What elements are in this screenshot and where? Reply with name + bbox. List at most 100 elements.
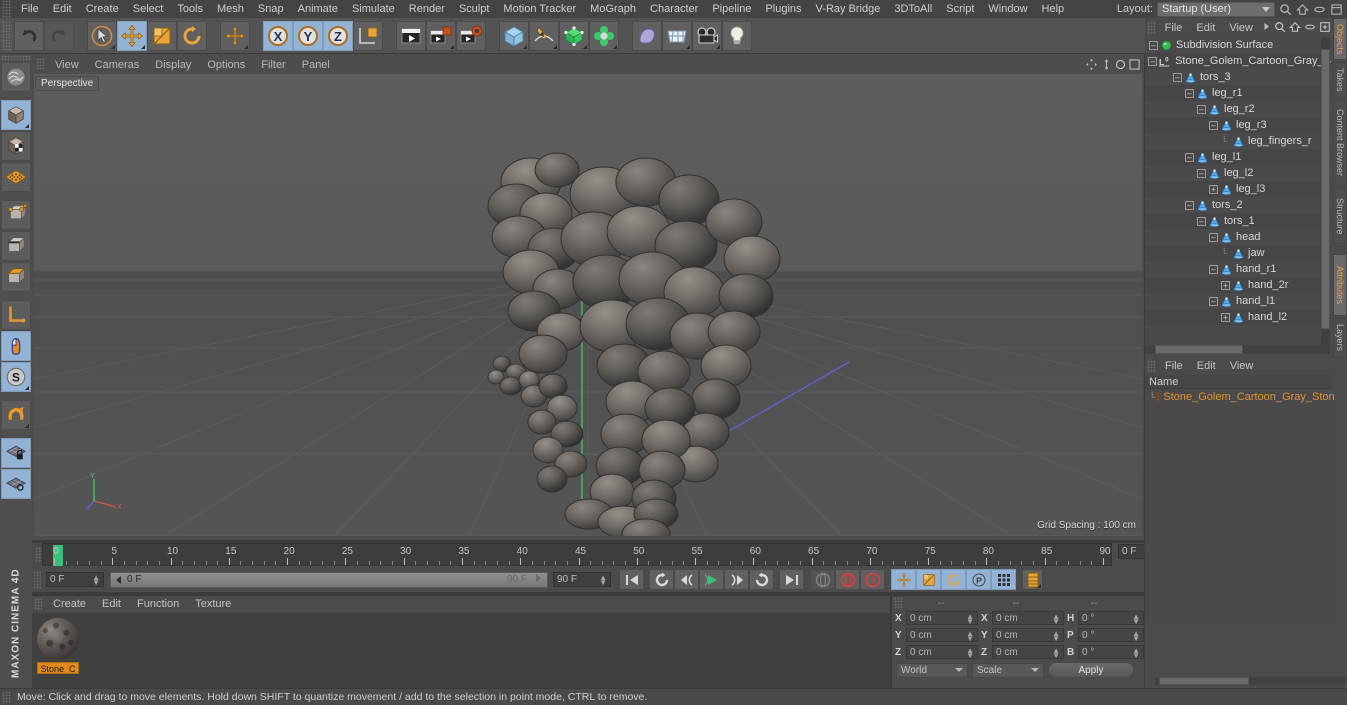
left-toolbar-grip[interactable] bbox=[1, 55, 31, 61]
tab-attributes[interactable]: Attributes bbox=[1333, 254, 1347, 316]
attribute-manager-grip[interactable] bbox=[1147, 359, 1156, 373]
scrollbar-thumb[interactable] bbox=[1159, 677, 1249, 685]
viewport-menu-view[interactable]: View bbox=[47, 59, 87, 71]
object-tree-row[interactable]: – leg_r2 bbox=[1145, 101, 1331, 117]
menu-3dtoall[interactable]: 3DToAll bbox=[887, 0, 939, 18]
position-z-field[interactable]: 0 cm ▲ ▼ bbox=[906, 645, 978, 660]
attribute-menu-view[interactable]: View bbox=[1223, 360, 1261, 372]
texture-mode-button[interactable] bbox=[1, 131, 31, 161]
enable-snapping-button[interactable] bbox=[1, 331, 31, 361]
zoom-view-icon[interactable] bbox=[1101, 58, 1112, 71]
material-list[interactable]: Stone_C bbox=[32, 613, 890, 689]
object-tree-row[interactable]: + leg_l3 bbox=[1145, 181, 1331, 197]
menu-motion-tracker[interactable]: Motion Tracker bbox=[496, 0, 583, 18]
position-y-field[interactable]: 0 cm ▲ ▼ bbox=[906, 628, 978, 643]
world-coordinate-button[interactable] bbox=[353, 20, 383, 51]
layout-dropdown[interactable]: Startup (User) bbox=[1157, 1, 1275, 17]
stepper-icon[interactable]: ▲▼ bbox=[1052, 613, 1060, 626]
keyframe-selection-button[interactable]: ? bbox=[860, 569, 885, 590]
material-menu-edit[interactable]: Edit bbox=[94, 598, 129, 610]
scale-key-button[interactable] bbox=[916, 569, 941, 590]
stepper-icon[interactable]: ▲▼ bbox=[1132, 613, 1140, 626]
object-tree[interactable]: – Subdivision Surface – L 0 Stone_Golem_Carto… bbox=[1145, 37, 1331, 354]
play-reverse-button[interactable] bbox=[749, 569, 774, 590]
object-menu-edit[interactable]: Edit bbox=[1189, 22, 1222, 34]
maximize-icon[interactable] bbox=[1330, 3, 1343, 16]
size-x-field[interactable]: 0 cm ▲ ▼ bbox=[992, 611, 1064, 626]
object-tree-horizontal-scrollbar[interactable] bbox=[1145, 345, 1321, 354]
attribute-menu-edit[interactable]: Edit bbox=[1190, 360, 1223, 372]
object-tree-row[interactable]: – leg_l2 bbox=[1145, 165, 1331, 181]
menu-script[interactable]: Script bbox=[939, 0, 981, 18]
record-active-objects-button[interactable] bbox=[810, 569, 835, 590]
tree-expander-expanded[interactable]: – bbox=[1209, 232, 1218, 242]
move-tool-button[interactable] bbox=[117, 20, 147, 51]
tree-expander-expanded[interactable]: – bbox=[1209, 120, 1218, 130]
object-tree-row[interactable]: └ leg_fingers_r bbox=[1145, 133, 1331, 149]
object-tree-row[interactable]: + hand_2r bbox=[1145, 277, 1331, 293]
rotation-p-field[interactable]: 0 ° ▲ ▼ bbox=[1078, 628, 1144, 643]
layer-color-swatch[interactable] bbox=[1157, 392, 1160, 401]
coordinates-grip[interactable] bbox=[894, 597, 903, 609]
keyframe-mode-button[interactable] bbox=[1022, 569, 1043, 590]
tree-expander-expanded[interactable]: – bbox=[1185, 152, 1194, 162]
viewport-menu-display[interactable]: Display bbox=[147, 59, 199, 71]
viewport-grip[interactable] bbox=[36, 58, 45, 71]
viewport-canvas[interactable]: Y X Z Grid Spacing : 100 cm bbox=[34, 74, 1142, 536]
menu-create[interactable]: Create bbox=[79, 0, 126, 18]
expand-icon[interactable] bbox=[1319, 21, 1331, 36]
viewport-menu-panel[interactable]: Panel bbox=[294, 59, 338, 71]
step-back-button[interactable] bbox=[674, 569, 699, 590]
object-tree-row[interactable]: – hand_r1 bbox=[1145, 261, 1331, 277]
tab-layers[interactable]: Layers bbox=[1333, 318, 1347, 358]
minimize-icon[interactable] bbox=[1313, 3, 1326, 16]
apply-button[interactable]: Apply bbox=[1048, 662, 1134, 678]
menu-help[interactable]: Help bbox=[1035, 0, 1072, 18]
add-spline-pen-button[interactable] bbox=[529, 20, 559, 51]
layer-row[interactable]: └ Stone_Golem_Cartoon_Gray_Ston bbox=[1145, 389, 1335, 404]
tree-expander-expanded[interactable]: – bbox=[1209, 296, 1218, 306]
tree-expander-expanded[interactable]: – bbox=[1173, 72, 1182, 82]
lock-workplane-button[interactable] bbox=[1, 438, 31, 468]
menu-animate[interactable]: Animate bbox=[291, 0, 345, 18]
model-mode-button[interactable] bbox=[1, 100, 31, 130]
object-tree-row[interactable]: – tors_1 bbox=[1145, 213, 1331, 229]
axis-z-button[interactable]: Z bbox=[323, 20, 353, 51]
redo-button[interactable] bbox=[44, 20, 74, 51]
object-tree-row[interactable]: – tors_3 bbox=[1145, 69, 1331, 85]
end-frame-field[interactable]: 90 F ▲ ▼ bbox=[553, 572, 611, 587]
viewport-menu-cameras[interactable]: Cameras bbox=[87, 59, 148, 71]
play-button[interactable] bbox=[699, 569, 724, 590]
home-icon[interactable] bbox=[1289, 21, 1301, 36]
menu-v-ray-bridge[interactable]: V-Ray Bridge bbox=[809, 0, 888, 18]
rotation-b-field[interactable]: 0 ° ▲ ▼ bbox=[1078, 645, 1144, 660]
collapse-icon[interactable] bbox=[1304, 21, 1316, 36]
stepper-icon[interactable]: ▲▼ bbox=[1052, 647, 1060, 660]
viewport-menu-options[interactable]: Options bbox=[199, 59, 253, 71]
material-item-stone[interactable]: Stone_C bbox=[37, 618, 79, 675]
menu-select[interactable]: Select bbox=[126, 0, 171, 18]
coordinate-system-dropdown[interactable]: World bbox=[896, 662, 968, 678]
menu-snap[interactable]: Snap bbox=[251, 0, 291, 18]
search-icon[interactable] bbox=[1274, 21, 1286, 36]
size-z-field[interactable]: 0 cm ▲ ▼ bbox=[992, 645, 1064, 660]
object-tree-row[interactable]: + hand_l2 bbox=[1145, 309, 1331, 325]
home-icon[interactable] bbox=[1296, 3, 1309, 16]
menu-render[interactable]: Render bbox=[402, 0, 452, 18]
material-menu-function[interactable]: Function bbox=[129, 598, 187, 610]
stepper-icon[interactable]: ▲▼ bbox=[599, 574, 607, 587]
timeline-ruler[interactable]: 0 5 10 15 20 25 30 35 40 45 50 55 60 65 70 75 80 85 90 bbox=[42, 543, 1112, 566]
search-icon[interactable] bbox=[1279, 3, 1292, 16]
menu-sculpt[interactable]: Sculpt bbox=[452, 0, 497, 18]
maximize-view-icon[interactable] bbox=[1129, 59, 1140, 70]
viewport-menu-filter[interactable]: Filter bbox=[253, 59, 293, 71]
loop-preview-button[interactable] bbox=[649, 569, 674, 590]
workplane-mode-button[interactable] bbox=[1, 469, 31, 499]
size-y-field[interactable]: 0 cm ▲ ▼ bbox=[992, 628, 1064, 643]
edges-mode-button[interactable] bbox=[1, 231, 31, 261]
add-camera-button[interactable] bbox=[692, 20, 722, 51]
menu-character[interactable]: Character bbox=[643, 0, 705, 18]
points-mode-button[interactable] bbox=[1, 200, 31, 230]
rotate-view-icon[interactable] bbox=[1115, 58, 1126, 71]
object-tree-row[interactable]: └ jaw bbox=[1145, 245, 1331, 261]
